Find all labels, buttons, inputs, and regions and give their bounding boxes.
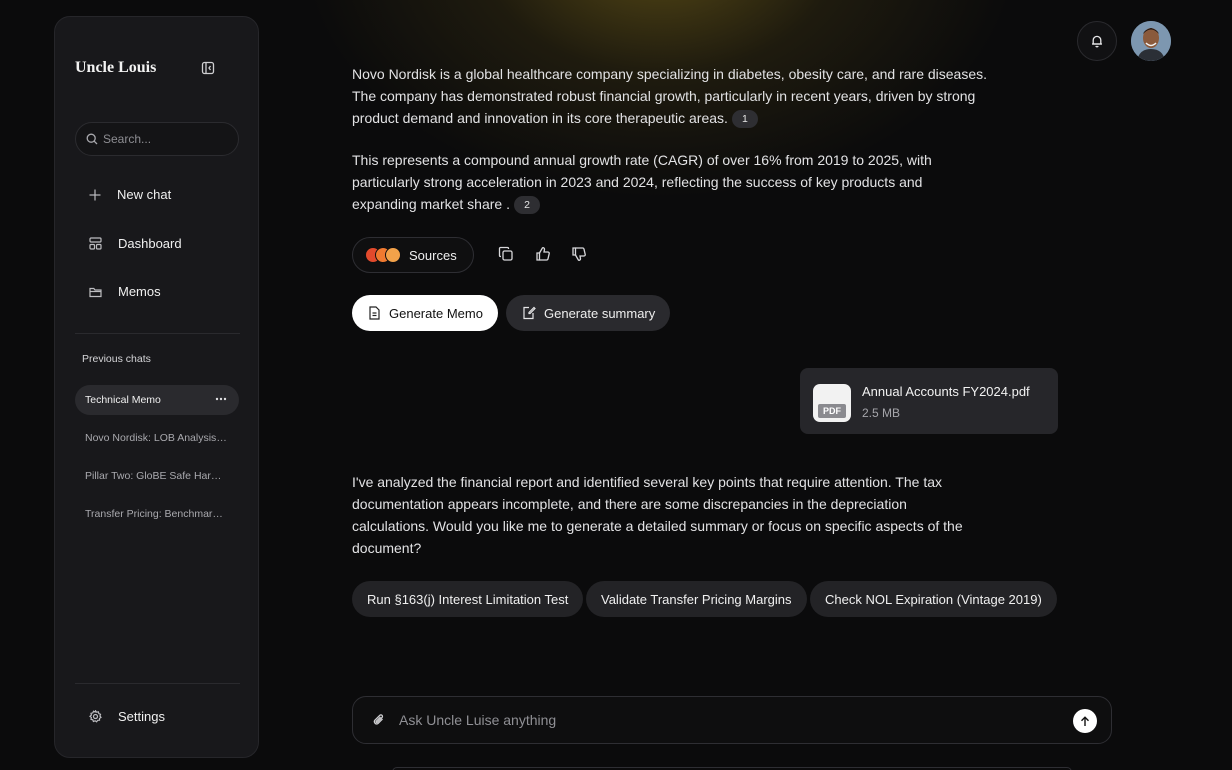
- thumbs-up-icon: [536, 247, 550, 261]
- edit-document-icon: [523, 306, 536, 320]
- paragraph-text: This represents a compound annual growth…: [352, 152, 932, 212]
- thumbs-down-icon: [572, 247, 586, 261]
- sidebar-toggle-icon: [201, 61, 215, 75]
- arrow-up-icon: [1081, 715, 1089, 726]
- file-name: Annual Accounts FY2024.pdf: [862, 384, 1030, 399]
- settings-button[interactable]: Settings: [89, 709, 165, 724]
- chat-item-pillar-two[interactable]: Pillar Two: GloBE Safe Harbours: [75, 461, 239, 491]
- thumbs-up-button[interactable]: [535, 246, 553, 264]
- folder-icon: [89, 287, 102, 297]
- paperclip-icon[interactable]: [373, 713, 385, 727]
- dashboard-label: Dashboard: [118, 236, 182, 251]
- dashboard-icon: [89, 237, 102, 250]
- file-size: 2.5 MB: [862, 406, 901, 420]
- paragraph-text: Novo Nordisk is a global healthcare comp…: [352, 66, 988, 126]
- sidebar-divider: [75, 333, 240, 334]
- memos-label: Memos: [118, 284, 161, 299]
- bell-icon: [1092, 35, 1102, 48]
- source-logo-icon: [385, 247, 401, 263]
- thumbs-down-button[interactable]: [571, 246, 589, 264]
- reply-paragraph: I've analyzed the financial report and i…: [352, 474, 963, 556]
- plus-icon: [89, 189, 101, 200]
- sidebar: Uncle Louis New chat Dashboard Memos Pre…: [54, 16, 259, 758]
- user-avatar[interactable]: [1131, 21, 1171, 61]
- notifications-button[interactable]: [1077, 21, 1117, 61]
- sources-button[interactable]: Sources: [352, 237, 474, 273]
- search-input[interactable]: [103, 132, 233, 146]
- document-icon: [369, 306, 380, 320]
- chat-input[interactable]: [399, 712, 1039, 728]
- chat-item-novo-nordisk[interactable]: Novo Nordisk: LOB Analysis (U...: [75, 423, 239, 453]
- generate-summary-label: Generate summary: [544, 305, 656, 321]
- sidebar-divider: [75, 683, 240, 684]
- copy-button[interactable]: [498, 246, 516, 264]
- more-options-icon[interactable]: [215, 393, 227, 405]
- avatar-icon: [1131, 21, 1171, 61]
- attachment-card[interactable]: PDF Annual Accounts FY2024.pdf 2.5 MB: [800, 368, 1058, 434]
- chat-item-label: Pillar Two: GloBE Safe Harbours: [85, 470, 227, 482]
- new-chat-label: New chat: [117, 187, 172, 202]
- memos-button[interactable]: Memos: [89, 284, 161, 299]
- previous-chats-heading: Previous chats: [82, 353, 151, 365]
- dashboard-button[interactable]: Dashboard: [89, 236, 182, 251]
- settings-label: Settings: [118, 709, 165, 724]
- pdf-file-icon: PDF: [813, 384, 851, 422]
- response-paragraph: Novo Nordisk is a global healthcare comp…: [352, 63, 992, 129]
- citation-badge[interactable]: 2: [513, 196, 540, 214]
- chat-item-transfer-pricing[interactable]: Transfer Pricing: Benchmarkin...: [75, 499, 239, 529]
- send-button[interactable]: [1073, 709, 1097, 733]
- suggestion-chip[interactable]: Run §163(j) Interest Limitation Test: [352, 581, 584, 617]
- search-box[interactable]: [75, 122, 239, 156]
- chat-item-label: Transfer Pricing: Benchmarkin...: [85, 508, 227, 520]
- citation-badge[interactable]: 1: [731, 110, 758, 128]
- suggestion-chip[interactable]: Validate Transfer Pricing Margins: [586, 581, 807, 617]
- gear-icon: [89, 710, 102, 723]
- chat-item-label: Novo Nordisk: LOB Analysis (U...: [85, 432, 227, 444]
- new-chat-button[interactable]: New chat: [89, 187, 171, 202]
- search-icon: [86, 133, 98, 145]
- chat-item-label: Technical Memo: [85, 394, 161, 406]
- message-composer: [352, 696, 1112, 744]
- chat-item-technical-memo[interactable]: Technical Memo: [75, 385, 239, 415]
- copy-icon: [498, 246, 513, 261]
- response-paragraph: This represents a compound annual growth…: [352, 149, 952, 215]
- generate-memo-label: Generate Memo: [389, 305, 483, 321]
- source-logos: [365, 247, 401, 263]
- brand-title: Uncle Louis: [75, 59, 157, 76]
- generate-memo-button[interactable]: Generate Memo: [352, 295, 498, 331]
- generate-summary-button[interactable]: Generate summary: [506, 295, 671, 331]
- collapse-sidebar-button[interactable]: [201, 61, 215, 75]
- sources-label: Sources: [409, 247, 457, 263]
- file-type-tag: PDF: [818, 404, 846, 418]
- suggestion-chip[interactable]: Check NOL Expiration (Vintage 2019): [810, 581, 1057, 617]
